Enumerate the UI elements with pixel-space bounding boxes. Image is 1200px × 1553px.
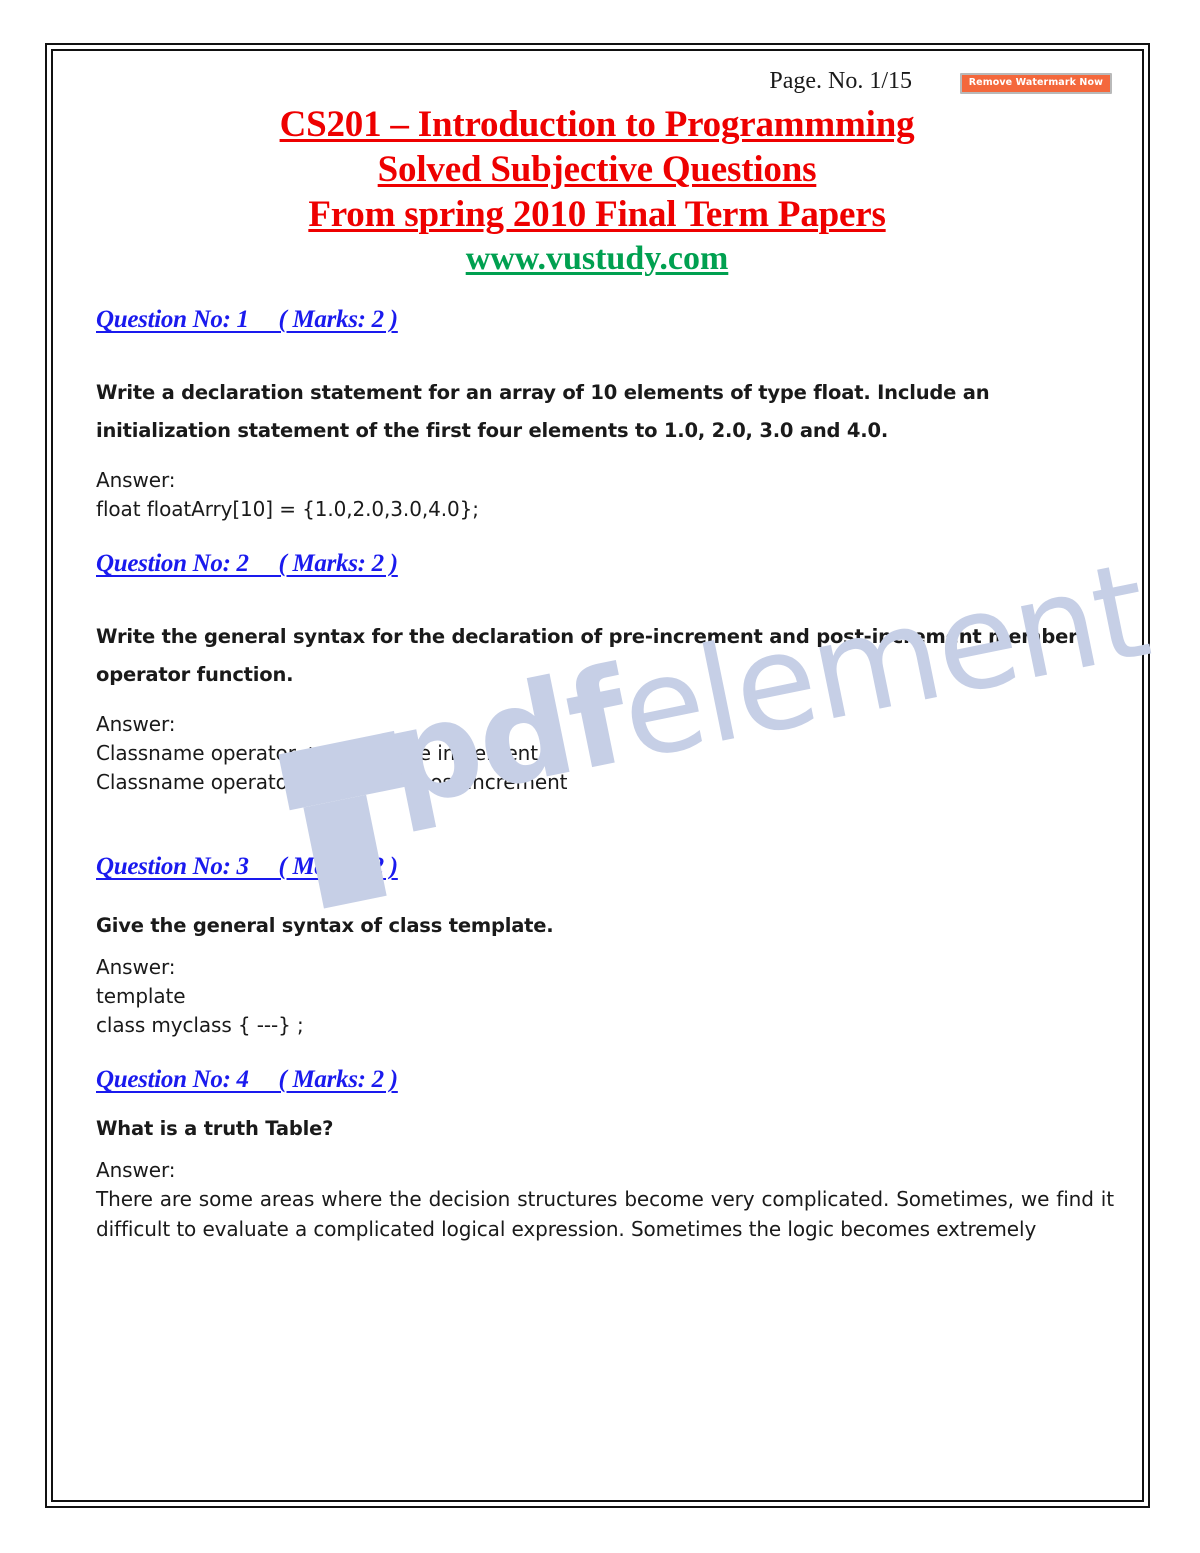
answer-line-1-0: float floatArry[10] = {1.0,2.0,3.0,4.0}; (96, 496, 479, 521)
answer-label-2: Answer: (96, 711, 176, 736)
title-website-url-text: www.vustudy.com (465, 240, 729, 278)
question-heading-2: Question No: 2 ( Marks: 2 ) (96, 549, 398, 577)
answer-line-2-0: Classname operator ++(); ---- pre increm… (96, 740, 538, 765)
answer-label-4: Answer: (96, 1157, 176, 1182)
title-line-3-text: From spring 2010 Final Term Papers (308, 194, 886, 236)
title-line-2-text: Solved Subjective Questions (377, 149, 817, 191)
question-block-2: Question No: 2 ( Marks: 2 ) Write the ge… (96, 550, 1114, 797)
question-prompt-1: Write a declaration statement for an arr… (96, 380, 990, 442)
answer-line-3-0: template (96, 983, 186, 1008)
answer-line-3-1: class myclass { ---} ; (96, 1012, 304, 1037)
questions-body: Question No: 1 ( Marks: 2 ) Write a decl… (74, 306, 1120, 1244)
page-header: Page. No. 1/15 Remove Watermark Now (74, 60, 1120, 100)
question-heading-1: Question No: 1 ( Marks: 2 ) (96, 305, 398, 333)
title-line-1: CS201 – Introduction to Programmming (74, 102, 1120, 147)
answer-label-3: Answer: (96, 954, 176, 979)
question-heading-3: Question No: 3 ( Marks: 2 ) (96, 852, 398, 880)
title-line-1-text: CS201 – Introduction to Programmming (279, 104, 915, 145)
question-prompt-2: Write the general syntax for the declara… (96, 624, 1078, 686)
question-prompt-4: What is a truth Table? (96, 1116, 334, 1140)
title-website-url[interactable]: www.vustudy.com (74, 238, 1120, 279)
document-page: pdfelement Page. No. 1/15 Remove Waterma… (0, 0, 1200, 1553)
question-block-3: Question No: 3 ( Marks: 2 ) Give the gen… (96, 853, 1114, 1040)
page-content: Page. No. 1/15 Remove Watermark Now CS20… (74, 60, 1120, 1490)
document-title-block: CS201 – Introduction to Programmming Sol… (74, 102, 1120, 280)
question-block-1: Question No: 1 ( Marks: 2 ) Write a decl… (96, 306, 1114, 524)
page-number-label: Page. No. 1/15 (769, 68, 912, 94)
question-prompt-3: Give the general syntax of class templat… (96, 913, 554, 937)
question-heading-4: Question No: 4 ( Marks: 2 ) (96, 1065, 398, 1093)
title-line-2: Solved Subjective Questions (74, 147, 1120, 192)
title-line-3: From spring 2010 Final Term Papers (74, 192, 1120, 237)
answer-line-2-1: Classname operator ++(int) ---- post inc… (96, 769, 568, 794)
question-block-4: Question No: 4 ( Marks: 2 ) What is a tr… (96, 1066, 1114, 1244)
answer-paragraph-4: There are some areas where the decision … (96, 1186, 1114, 1241)
answer-label-1: Answer: (96, 467, 176, 492)
remove-watermark-button[interactable]: Remove Watermark Now (959, 73, 1112, 94)
